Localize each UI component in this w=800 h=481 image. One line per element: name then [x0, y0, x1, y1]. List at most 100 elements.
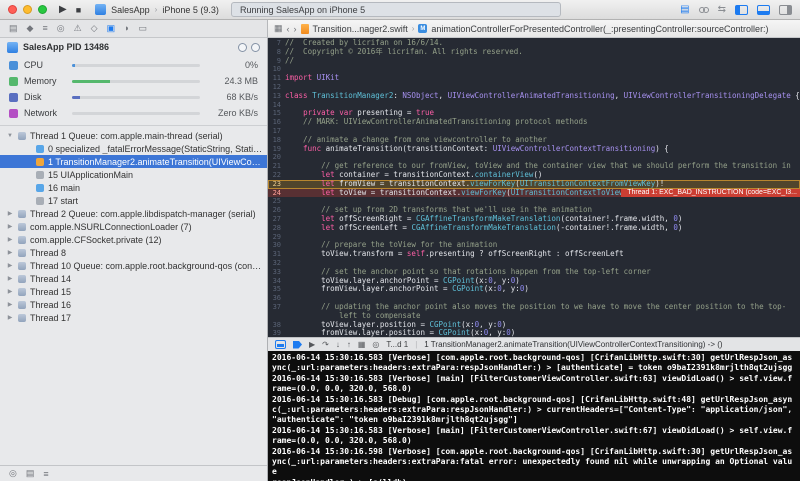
- code-line[interactable]: 14: [268, 101, 800, 110]
- gauge-network[interactable]: Network Zero KB/s: [0, 105, 267, 121]
- version-editor-button[interactable]: ⇆: [718, 4, 726, 15]
- line-number[interactable]: [268, 312, 285, 321]
- line-number[interactable]: 22: [268, 171, 285, 180]
- code-line[interactable]: 37 // updating the anchor point also mov…: [268, 303, 800, 312]
- thread-row[interactable]: ▶ Thread 8: [0, 246, 267, 259]
- thread-row[interactable]: ▶ com.apple.CFSocket.private (12): [0, 233, 267, 246]
- line-number[interactable]: 20: [268, 153, 285, 162]
- debug-console[interactable]: 2016-06-14 15:30:16.583 [Verbose] [com.a…: [268, 351, 800, 481]
- step-into-button[interactable]: ↓: [336, 340, 340, 349]
- disclosure-triangle-icon[interactable]: ▶: [6, 275, 14, 282]
- code-line[interactable]: 19 func animateTransition(transitionCont…: [268, 145, 800, 154]
- code-line[interactable]: 7// Created by licrifan on 16/6/14.: [268, 39, 800, 48]
- view-hierarchy-button[interactable]: ▦: [358, 340, 366, 349]
- run-button[interactable]: ▶: [59, 4, 67, 15]
- thread-row[interactable]: ▶ Thread 15: [0, 285, 267, 298]
- stack-frame-row[interactable]: 1 TransitionManager2.animateTransition(U…: [0, 155, 267, 168]
- line-number[interactable]: 32: [268, 259, 285, 268]
- line-number[interactable]: 13: [268, 92, 285, 101]
- code-line[interactable]: 25: [268, 197, 800, 206]
- process-options-icon[interactable]: [251, 42, 260, 52]
- code-line[interactable]: 33 // set the anchor point so that rotat…: [268, 268, 800, 277]
- jumpbar-symbol-segment[interactable]: animationControllerForPresentedControlle…: [431, 24, 768, 34]
- line-number[interactable]: 23: [268, 180, 285, 189]
- line-number[interactable]: 25: [268, 197, 285, 206]
- code-line[interactable]: 18 // animate a change from one viewcont…: [268, 136, 800, 145]
- hide-debug-area-icon[interactable]: [275, 340, 286, 349]
- stack-frame-row[interactable]: 17 start: [0, 194, 267, 207]
- gauge-cpu[interactable]: CPU 0%: [0, 57, 267, 73]
- disclosure-triangle-icon[interactable]: ▶: [6, 249, 14, 256]
- line-number[interactable]: 15: [268, 109, 285, 118]
- code-line[interactable]: 27 let offScreenRight = CGAffineTransfor…: [268, 215, 800, 224]
- line-number[interactable]: 36: [268, 294, 285, 303]
- jumpbar-file-segment[interactable]: Transition...nager2.swift: [313, 24, 408, 34]
- process-header[interactable]: SalesApp PID 13486: [0, 38, 267, 56]
- scheme-name[interactable]: SalesApp: [111, 5, 150, 15]
- source-editor[interactable]: 7// Created by licrifan on 16/6/14. 8// C…: [268, 38, 800, 337]
- continue-button[interactable]: ▶: [309, 340, 315, 349]
- assistant-editor-button[interactable]: [698, 6, 709, 13]
- disclosure-triangle-icon[interactable]: ▶: [6, 314, 14, 321]
- line-number[interactable]: 14: [268, 101, 285, 110]
- report-navigator-icon[interactable]: ▭: [139, 24, 148, 33]
- thread-segment[interactable]: T...d 1: [386, 340, 408, 349]
- view-mode-stack-icon[interactable]: ≡: [43, 469, 48, 479]
- code-line[interactable]: 20: [268, 153, 800, 162]
- find-navigator-icon[interactable]: ◎: [57, 24, 65, 33]
- disclosure-triangle-icon[interactable]: ▶: [6, 210, 14, 217]
- minimize-button[interactable]: [23, 5, 32, 14]
- pause-process-icon[interactable]: [238, 42, 247, 52]
- code-line[interactable]: 17: [268, 127, 800, 136]
- line-number[interactable]: 12: [268, 83, 285, 92]
- line-number[interactable]: 30: [268, 241, 285, 250]
- line-number[interactable]: 11: [268, 74, 285, 83]
- line-number[interactable]: 39: [268, 329, 285, 337]
- code-line[interactable]: 31 toView.transform = self.presenting ? …: [268, 250, 800, 259]
- code-line[interactable]: 24 let toView = transitionContext.viewFo…: [268, 188, 800, 198]
- code-line[interactable]: 11 import UIKit: [268, 74, 800, 83]
- disclosure-triangle-icon[interactable]: ▶: [6, 223, 14, 230]
- symbol-navigator-icon[interactable]: ≡: [42, 24, 47, 33]
- test-navigator-icon[interactable]: ◇: [91, 24, 98, 33]
- thread-row[interactable]: ▶ Thread 17: [0, 311, 267, 324]
- disclosure-triangle-icon[interactable]: ▼: [6, 133, 14, 139]
- error-badge[interactable]: Thread 1: EXC_BAD_INSTRUCTION (code=EXC_…: [621, 188, 800, 198]
- frame-segment[interactable]: 1 TransitionManager2.animateTransition(U…: [424, 340, 722, 349]
- code-line[interactable]: 21 // get reference to our fromView, toV…: [268, 162, 800, 171]
- toggle-debug-area-button[interactable]: [757, 4, 770, 15]
- scheme-selector[interactable]: SalesApp › iPhone 5 (9.3): [95, 4, 219, 15]
- code-line[interactable]: 9//: [268, 57, 800, 66]
- line-number[interactable]: 16: [268, 118, 285, 127]
- code-line[interactable]: 35 fromView.layer.anchorPoint = CGPoint(…: [268, 285, 800, 294]
- line-number[interactable]: 21: [268, 162, 285, 171]
- step-out-button[interactable]: ↑: [347, 340, 351, 349]
- issue-navigator-icon[interactable]: ⚠: [74, 24, 82, 33]
- code-line[interactable]: 29: [268, 233, 800, 242]
- thread-row[interactable]: ▶ Thread 14: [0, 272, 267, 285]
- code-line[interactable]: 12: [268, 83, 800, 92]
- disclosure-triangle-icon[interactable]: ▶: [6, 236, 14, 243]
- code-line[interactable]: 28 let offScreenLeft = CGAffineTransform…: [268, 224, 800, 233]
- code-line[interactable]: 39 fromView.layer.position = CGPoint(x:0…: [268, 329, 800, 337]
- thread-row[interactable]: ▼ Thread 1 Queue: com.apple.main-thread (…: [0, 129, 267, 142]
- code-line[interactable]: 34 toView.layer.anchorPoint = CGPoint(x:…: [268, 277, 800, 286]
- related-items-icon[interactable]: ▦: [274, 23, 283, 34]
- code-line[interactable]: left to compensate: [268, 312, 800, 321]
- breakpoints-toggle-icon[interactable]: [293, 340, 302, 349]
- code-line[interactable]: 36: [268, 294, 800, 303]
- line-number[interactable]: 38: [268, 321, 285, 330]
- destination-name[interactable]: iPhone 5 (9.3): [162, 5, 219, 15]
- close-button[interactable]: [8, 5, 17, 14]
- filter-icon[interactable]: ◎: [9, 468, 17, 479]
- disclosure-triangle-icon[interactable]: ▶: [6, 288, 14, 295]
- disclosure-triangle-icon[interactable]: ▶: [6, 301, 14, 308]
- line-number[interactable]: 35: [268, 285, 285, 294]
- line-number[interactable]: 7: [268, 39, 285, 48]
- toggle-utilities-button[interactable]: [779, 4, 792, 15]
- stack-frame-row[interactable]: 0 specialized _fatalErrorMessage(StaticS…: [0, 142, 267, 155]
- line-number[interactable]: 37: [268, 303, 285, 312]
- step-over-button[interactable]: ↷: [322, 340, 329, 349]
- gauge-disk[interactable]: Disk 68 KB/s: [0, 89, 267, 105]
- zoom-button[interactable]: [38, 5, 47, 14]
